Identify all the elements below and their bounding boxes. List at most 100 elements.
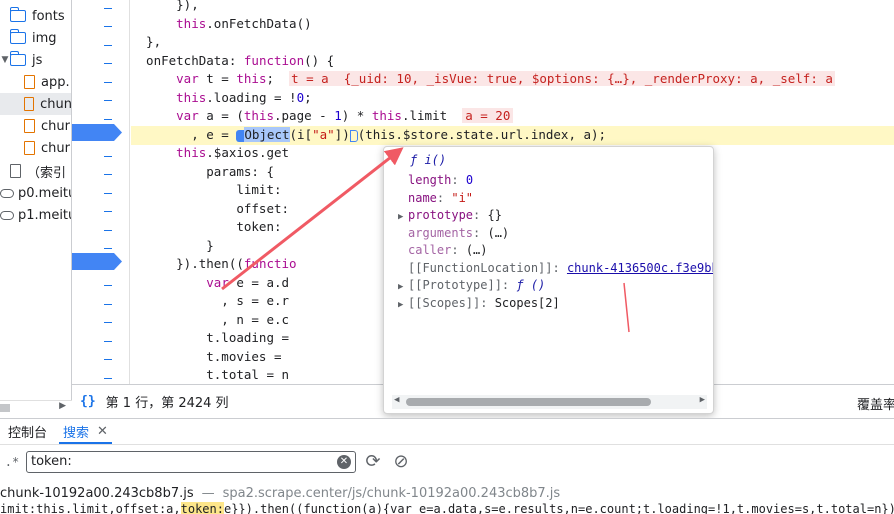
search-box[interactable]: ✕ [26, 450, 356, 473]
scrollbar-thumb[interactable] [406, 398, 651, 406]
scroll-right-arrow-icon[interactable]: ▶ [59, 401, 66, 411]
property-key: name [408, 190, 437, 205]
line-marker[interactable] [104, 359, 112, 360]
search-result-file[interactable]: chunk-10192a00.243cb8b7.js — spa2.scrape… [0, 484, 560, 502]
property-key: [[FunctionLocation]] [408, 260, 553, 275]
property-row[interactable]: ▶ [[Prototype]]: ƒ () [398, 277, 545, 295]
tab-search[interactable]: 搜索 ✕ [55, 418, 116, 444]
line-marker[interactable] [104, 156, 112, 157]
function-location-link[interactable]: chunk-4136500c.f3e9bb [567, 261, 713, 275]
popover-horizontal-scrollbar[interactable]: ◀ ▶ [392, 395, 707, 409]
line-marker[interactable] [104, 63, 112, 64]
tab-console[interactable]: 控制台 [0, 418, 55, 444]
tree-domain-p0[interactable]: p0.meitu [0, 182, 71, 204]
tree-file-chunk-selected[interactable]: chun [0, 93, 71, 115]
js-file-icon [24, 97, 35, 111]
line-gutter[interactable] [72, 0, 130, 384]
search-result-line[interactable]: imit:this.limit,offset:a,token:e}}).then… [0, 502, 894, 514]
line-marker[interactable] [104, 378, 112, 379]
scrollbar-thumb[interactable] [0, 404, 10, 412]
close-icon[interactable]: ✕ [97, 424, 108, 439]
tree-file-app[interactable]: app. [0, 71, 71, 93]
coverage-label[interactable]: 覆盖率 [857, 394, 894, 413]
search-input[interactable] [31, 454, 321, 469]
line-marker[interactable] [104, 304, 112, 305]
code-line[interactable]: this.onFetchData() [131, 15, 894, 34]
tree-file-chunk[interactable]: chur [0, 115, 71, 137]
code-token: t.loading = [131, 330, 290, 345]
search-toolbar: .* ✕ ⟳ ⊘ [0, 444, 894, 478]
code-token: , n = e.c [131, 312, 290, 327]
line-marker[interactable] [104, 8, 112, 9]
line-marker[interactable] [104, 82, 112, 83]
code-line[interactable]: this.loading = !0; [131, 89, 894, 108]
expand-triangle-icon[interactable]: ▶ [398, 297, 408, 313]
code-token: t = [198, 71, 237, 86]
result-file-separator: — [201, 485, 215, 501]
pretty-print-button[interactable]: {} [80, 394, 96, 409]
tree-domain-p1[interactable]: p1.meitu [0, 204, 71, 226]
clear-results-icon[interactable]: ⊘ [390, 451, 412, 473]
step-marker-icon[interactable] [349, 129, 358, 142]
scroll-left-arrow-icon[interactable]: ◀ [394, 395, 399, 405]
code-line[interactable]: }, [131, 33, 894, 52]
code-token: var [206, 275, 229, 290]
property-row: arguments: (…) [398, 225, 509, 241]
breakpoint-marker[interactable] [72, 124, 122, 141]
tree-horizontal-scrollbar[interactable]: ▶ [0, 400, 72, 414]
line-marker[interactable] [104, 285, 112, 286]
line-marker[interactable] [104, 45, 112, 46]
property-separator: : [473, 208, 488, 222]
code-token: 0 [296, 90, 305, 105]
line-marker[interactable] [104, 230, 112, 231]
code-line[interactable]: var t = this; t = a {_uid: 10, _isVue: t… [131, 70, 894, 89]
property-row[interactable]: [[FunctionLocation]]: chunk-4136500c.f3e… [398, 260, 713, 276]
code-token: , e = [131, 127, 237, 142]
line-marker[interactable] [104, 211, 112, 212]
tree-folder-img[interactable]: img [0, 27, 71, 49]
scroll-right-arrow-icon[interactable]: ▶ [700, 395, 705, 405]
line-marker[interactable] [104, 193, 112, 194]
property-value: {} [487, 208, 502, 222]
code-line[interactable]: onFetchData: function() { [131, 52, 894, 71]
line-marker[interactable] [104, 322, 112, 323]
code-line[interactable]: var a = (this.page - 1) * this.limit a =… [131, 107, 894, 126]
code-line-paused[interactable]: , e = Object(i["a"]) (this.$store.state.u… [131, 126, 894, 145]
property-value: (…) [465, 243, 488, 257]
expand-triangle-icon[interactable]: ▶ [398, 279, 408, 295]
tree-item-label: fonts [32, 8, 65, 24]
code-token: } [131, 238, 214, 253]
breakpoint-marker[interactable] [72, 253, 122, 270]
line-marker[interactable] [104, 100, 112, 101]
tree-file-chunk[interactable]: chur [0, 137, 71, 159]
property-row: caller: (…) [398, 242, 488, 258]
code-token: ; [266, 71, 290, 86]
code-token: function [243, 53, 305, 68]
code-token: offset: [131, 201, 290, 216]
code-token: () { [304, 53, 335, 68]
tree-folder-fonts[interactable]: fonts [0, 5, 71, 27]
code-token: }), [131, 0, 199, 12]
code-token: (this.$store.state.url.index, a); [357, 127, 607, 142]
property-row: name: "i" [398, 190, 473, 206]
property-row[interactable]: ▶ [[Scopes]]: Scopes[2] [398, 295, 560, 313]
line-marker[interactable] [104, 119, 112, 120]
clear-search-icon[interactable]: ✕ [337, 454, 351, 469]
line-marker[interactable] [104, 341, 112, 342]
tree-item-label: chur [41, 140, 70, 156]
refresh-icon[interactable]: ⟳ [362, 451, 384, 473]
code-token: .$axios.get [206, 145, 290, 160]
code-token: this [176, 145, 207, 160]
expand-triangle-icon[interactable]: ▶ [398, 209, 408, 225]
regex-toggle-button[interactable]: .* [0, 455, 24, 469]
tree-file-index[interactable]: （索引 [0, 160, 71, 182]
tree-folder-js[interactable]: ▼ js [0, 49, 71, 71]
property-row[interactable]: ▶ prototype: {} [398, 207, 502, 225]
line-marker[interactable] [104, 174, 112, 175]
line-marker[interactable] [104, 248, 112, 249]
code-token: var [176, 71, 199, 86]
cloud-icon [0, 188, 14, 198]
code-line[interactable]: }), [131, 0, 894, 15]
line-marker[interactable] [104, 26, 112, 27]
